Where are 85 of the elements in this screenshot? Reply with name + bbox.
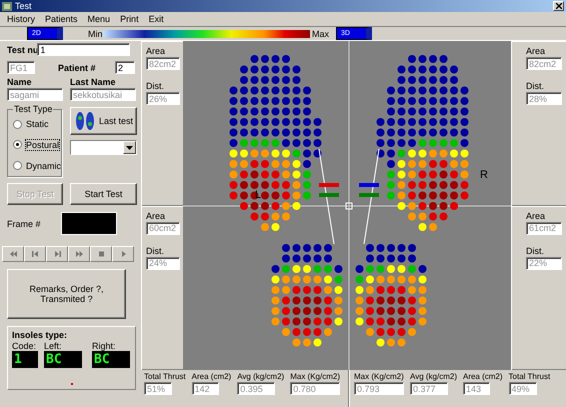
distance-field[interactable]: 22% [526, 256, 562, 270]
menu-item[interactable]: Exit [144, 14, 169, 24]
stat-label: Max (Kg/cm2) [354, 372, 404, 381]
right-insole-display: BC [92, 351, 130, 368]
first-button[interactable] [24, 246, 46, 262]
name-label: Name [7, 77, 33, 87]
stat-label: Total Thrust [144, 372, 186, 381]
last-icon [54, 251, 60, 257]
stat-label: Total Thrust [508, 372, 550, 381]
area-label: Area [526, 210, 546, 220]
forward-button[interactable] [68, 246, 90, 262]
test-number-field[interactable]: 1 [37, 43, 130, 56]
test-type-title: Test Type [13, 104, 54, 114]
stat-field[interactable]: 49% [508, 382, 537, 395]
close-icon [556, 3, 562, 9]
center-marker [346, 202, 352, 210]
patient-number-field[interactable]: 2 [115, 61, 135, 74]
distance-label: Dist. [526, 81, 545, 91]
last-button[interactable] [46, 246, 68, 262]
last-name-label: Last Name [70, 77, 116, 87]
menu-item[interactable]: Menu [82, 14, 116, 24]
right-foot-label: R [480, 169, 488, 181]
test-type-radio[interactable]: Postural [13, 140, 62, 150]
distance-field[interactable]: 24% [146, 256, 180, 270]
name-field[interactable]: sagami [7, 88, 63, 101]
stop-icon [98, 251, 104, 257]
patient-number-label: Patient # [58, 62, 97, 72]
forward-icon [76, 251, 82, 257]
stat-label: Area (cm2) [462, 372, 503, 381]
stat-field[interactable]: 0.780 [290, 382, 340, 395]
close-button[interactable] [553, 1, 564, 11]
stat-field[interactable]: 0.395 [237, 382, 276, 395]
stat-field[interactable]: 143 [462, 382, 490, 395]
distance-field[interactable]: 28% [526, 92, 562, 105]
stat-label: Area (cm2) [192, 372, 232, 381]
area-label: Area [526, 46, 546, 56]
stat-label: Avg (kg/cm2) [237, 372, 284, 381]
left-insole-label: Left: [44, 341, 63, 351]
test-dropdown[interactable] [70, 140, 138, 155]
rewind-button[interactable] [2, 246, 24, 262]
area-label: Area [146, 210, 166, 220]
code-field[interactable]: FG1 [7, 61, 35, 74]
scale-max-label: Max [312, 28, 330, 38]
left-insole-display: BC [44, 351, 82, 368]
last-name-field[interactable]: sekkotusikai [70, 88, 136, 101]
code-label: Code: [12, 341, 38, 351]
distance-field[interactable]: 26% [146, 92, 180, 105]
area-field[interactable]: 82cm2 [146, 57, 180, 70]
right-insole-label: Right: [92, 341, 117, 351]
balance-marker-drawing [319, 183, 379, 197]
start-test-button[interactable]: Start Test [70, 183, 137, 205]
test-type-radio[interactable]: Static [13, 119, 62, 130]
area-field[interactable]: 60cm2 [146, 222, 180, 234]
stat-label: Max (Kg/cm2) [290, 372, 340, 381]
menu-item[interactable]: History [2, 14, 40, 24]
code-display: 1 [12, 351, 38, 368]
stat-field[interactable]: 0.377 [410, 382, 448, 395]
stat-field[interactable]: 51% [144, 382, 172, 395]
area-label: Area [146, 46, 166, 56]
feet-icon [74, 110, 96, 132]
frame-number-display [60, 212, 117, 235]
play-button[interactable] [112, 246, 134, 262]
stat-field[interactable]: 142 [192, 382, 219, 395]
area-field[interactable]: 82cm2 [526, 57, 562, 70]
stat-label: Avg (kg/cm2) [410, 372, 457, 381]
distance-label: Dist. [146, 246, 165, 256]
remarks-button[interactable]: Remarks, Order ?, Transmited ? [7, 269, 126, 319]
distance-label: Dist. [146, 81, 165, 91]
dropdown-arrow-icon [126, 146, 134, 150]
test-type-radio[interactable]: Dynamic [13, 160, 62, 171]
menu-item[interactable]: Print [115, 14, 144, 24]
insoles-type-title: Insoles type: [12, 330, 68, 340]
window-title: Test [15, 1, 33, 11]
area-field[interactable]: 61cm2 [526, 222, 562, 234]
rewind-icon [10, 251, 16, 257]
scale-min-label: Min [88, 28, 103, 38]
first-icon [32, 251, 38, 257]
app-icon [2, 2, 12, 10]
frame-number-label: Frame # [7, 218, 41, 228]
last-test-button[interactable]: Last test [70, 107, 138, 135]
stat-field[interactable]: 0.793 [354, 382, 404, 395]
play-icon [120, 251, 126, 257]
menu-item[interactable]: Patients [40, 14, 83, 24]
stop-button[interactable] [90, 246, 112, 262]
distance-label: Dist. [526, 246, 545, 256]
